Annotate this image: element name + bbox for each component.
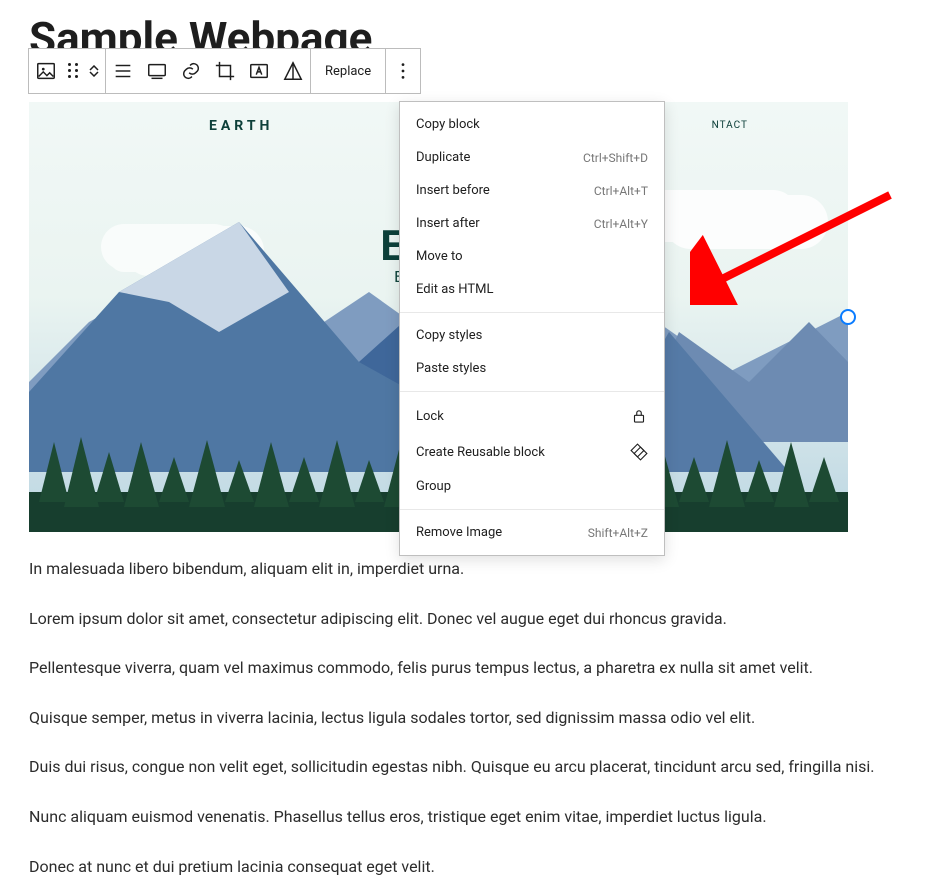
move-up-down-icon[interactable]	[83, 65, 105, 77]
menu-copy-styles[interactable]: Copy styles	[400, 319, 664, 352]
menu-insert-before[interactable]: Insert beforeCtrl+Alt+T	[400, 174, 664, 207]
menu-lock[interactable]: Lock	[400, 398, 664, 434]
drag-handle-icon[interactable]	[63, 63, 83, 79]
text-overlay-icon[interactable]	[242, 49, 276, 93]
crop-icon[interactable]	[208, 49, 242, 93]
paragraph[interactable]: In malesuada libero bibendum, aliquam el…	[29, 556, 886, 582]
image-block-icon[interactable]	[29, 49, 63, 93]
image-nav-fragment: NTACT	[712, 120, 748, 131]
menu-move-to[interactable]: Move to	[400, 240, 664, 273]
lock-icon	[630, 407, 648, 425]
menu-group[interactable]: Group	[400, 470, 664, 503]
reusable-icon	[630, 443, 648, 461]
block-options-menu: Copy block DuplicateCtrl+Shift+D Insert …	[399, 101, 665, 556]
menu-create-reusable[interactable]: Create Reusable block	[400, 434, 664, 470]
paragraph[interactable]: Nunc aliquam euismod venenatis. Phasellu…	[29, 804, 886, 830]
caption-icon[interactable]	[140, 49, 174, 93]
menu-copy-block[interactable]: Copy block	[400, 108, 664, 141]
paragraph[interactable]: Donec at nunc et dui pretium lacinia con…	[29, 854, 886, 880]
annotation-arrow-icon	[690, 185, 900, 309]
block-toolbar: Replace	[28, 48, 421, 94]
image-logo: EARTH	[209, 118, 273, 134]
paragraph[interactable]: Pellentesque viverra, quam vel maximus c…	[29, 655, 886, 681]
menu-duplicate[interactable]: DuplicateCtrl+Shift+D	[400, 141, 664, 174]
align-icon[interactable]	[106, 49, 140, 93]
link-icon[interactable]	[174, 49, 208, 93]
menu-paste-styles[interactable]: Paste styles	[400, 352, 664, 385]
paragraph[interactable]: Quisque semper, metus in viverra lacinia…	[29, 705, 886, 731]
paragraph[interactable]: Duis dui risus, congue non velit eget, s…	[29, 754, 886, 780]
resize-handle[interactable]	[840, 309, 856, 325]
more-options-icon[interactable]	[386, 49, 420, 93]
menu-insert-after[interactable]: Insert afterCtrl+Alt+Y	[400, 207, 664, 240]
article-body: In malesuada libero bibendum, aliquam el…	[29, 556, 886, 889]
menu-edit-html[interactable]: Edit as HTML	[400, 273, 664, 306]
duotone-icon[interactable]	[276, 49, 310, 93]
replace-button[interactable]: Replace	[311, 49, 385, 93]
menu-remove-image[interactable]: Remove ImageShift+Alt+Z	[400, 516, 664, 549]
paragraph[interactable]: Lorem ipsum dolor sit amet, consectetur …	[29, 606, 886, 632]
